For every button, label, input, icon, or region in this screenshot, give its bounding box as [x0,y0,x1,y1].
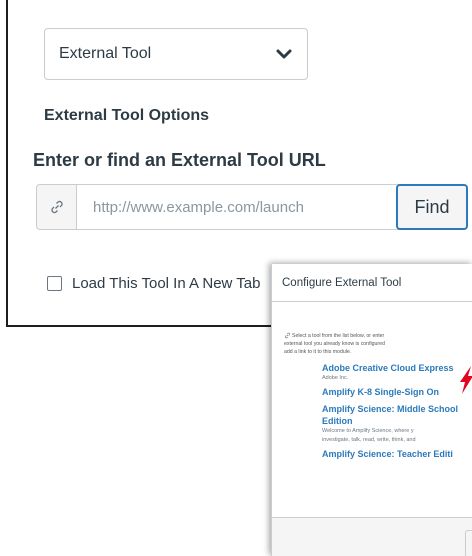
configure-tool-dialog: Configure External Tool Select a tool fr… [271,264,472,556]
new-tab-option[interactable]: Load This Tool In A New Tab [47,275,260,292]
tool-name[interactable]: Amplify K-8 Single-Sign On [322,386,472,398]
tool-name-cont[interactable]: Edition [322,415,472,427]
item-type-select[interactable]: External Tool [44,28,308,80]
dialog-body: Select a tool from the list below, or en… [272,302,472,517]
tool-name[interactable]: Adobe Creative Cloud Express [322,362,472,374]
tool-desc: Adobe Inc. [322,375,349,381]
tool-item[interactable]: Amplify Science: Middle School Edition W… [322,403,472,445]
tool-item[interactable]: Amplify Science: Teacher Editi [322,448,472,460]
url-heading: Enter or find an External Tool URL [33,150,326,170]
annotation-arrow [460,366,472,394]
intro-line: add a link to it to this module. [284,349,352,355]
dialog-title: Configure External Tool [282,276,402,289]
new-tab-label: Load This Tool In A New Tab [72,275,261,292]
url-input[interactable]: http://www.example.com/launch [76,184,424,230]
dialog-footer-button[interactable] [465,530,472,556]
tool-desc: investigate, talk, read, write, think, a… [322,437,416,443]
tool-list: Adobe Creative Cloud Express Adobe Inc. … [322,362,472,460]
new-tab-checkbox[interactable] [47,276,62,291]
options-heading: External Tool Options [44,107,210,124]
url-icon-box [36,184,76,230]
tool-item[interactable]: Adobe Creative Cloud Express Adobe Inc. [322,362,472,383]
find-button[interactable]: Find [396,184,468,230]
tool-desc: Welcome to Amplify Science, where y [322,428,414,434]
url-placeholder: http://www.example.com/launch [93,198,304,216]
tool-name[interactable]: Amplify Science: Teacher Editi [322,448,472,460]
intro-line: external tool you already know is config… [284,341,385,347]
link-icon [50,200,63,214]
dialog-header: Configure External Tool [272,264,472,302]
url-input-group: http://www.example.com/launch Find [36,184,470,230]
dialog-footer [272,517,472,556]
chevron-down-icon [276,49,292,59]
intro-line: Select a tool from the list below, or en… [284,332,472,340]
link-icon [284,332,291,339]
dialog-intro: Select a tool from the list below, or en… [284,332,472,356]
tool-name[interactable]: Amplify Science: Middle School [322,403,472,415]
item-type-value: External Tool [59,45,152,62]
tool-item[interactable]: Amplify K-8 Single-Sign On [322,386,472,398]
